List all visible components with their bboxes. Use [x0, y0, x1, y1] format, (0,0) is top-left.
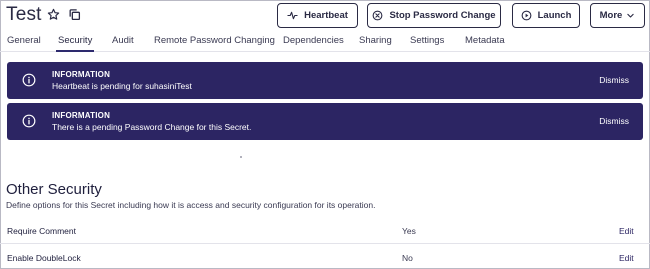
section-title: Other Security [6, 181, 102, 198]
stop-password-change-label: Stop Password Change [389, 10, 496, 21]
dismiss-button[interactable]: Dismiss [599, 75, 629, 85]
star-icon[interactable] [47, 8, 60, 21]
heartbeat-button[interactable]: Heartbeat [277, 3, 358, 28]
heartbeat-button-label: Heartbeat [304, 10, 348, 21]
information-banner: INFORMATION There is a pending Password … [7, 103, 643, 140]
tab-settings[interactable]: Settings [410, 35, 444, 46]
banner-title: INFORMATION [52, 70, 111, 79]
tab-dependencies[interactable]: Dependencies [283, 35, 344, 46]
page-title: Test [6, 4, 42, 25]
play-circle-icon [521, 10, 532, 21]
tab-sharing[interactable]: Sharing [359, 35, 392, 46]
section-description: Define options for this Secret including… [6, 200, 376, 210]
settings-row-enable-doublelock: Enable DoubleLock No Edit [0, 249, 650, 269]
tab-metadata[interactable]: Metadata [465, 35, 505, 46]
tab-remote-password-changing[interactable]: Remote Password Changing [154, 35, 275, 46]
setting-label: Require Comment [7, 226, 76, 236]
info-icon [22, 73, 36, 87]
launch-button[interactable]: Launch [512, 3, 580, 28]
launch-button-label: Launch [537, 10, 572, 21]
information-banner: INFORMATION Heartbeat is pending for suh… [7, 62, 643, 99]
tab-audit[interactable]: Audit [112, 35, 134, 46]
stop-password-change-button[interactable]: Stop Password Change [367, 3, 501, 28]
info-icon [22, 114, 36, 128]
cancel-circle-icon [373, 10, 383, 21]
tab-bar: General Security Audit Remote Password C… [0, 34, 650, 52]
pulse-icon [287, 11, 298, 20]
more-button-label: More [599, 10, 623, 21]
dismiss-button[interactable]: Dismiss [599, 116, 629, 126]
settings-row-require-comment: Require Comment Yes Edit [0, 222, 650, 244]
setting-value: Yes [402, 226, 416, 236]
active-tab-indicator [56, 50, 94, 52]
tab-security[interactable]: Security [58, 35, 92, 46]
more-button[interactable]: More [590, 3, 645, 28]
banner-title: INFORMATION [52, 111, 111, 120]
divider-dot [240, 156, 242, 158]
banner-message: Heartbeat is pending for suhasiniTest [52, 81, 192, 91]
setting-value: No [402, 253, 413, 263]
tab-general[interactable]: General [7, 35, 41, 46]
setting-label: Enable DoubleLock [7, 253, 81, 263]
edit-link[interactable]: Edit [619, 226, 634, 236]
copy-icon[interactable] [68, 8, 81, 21]
edit-link[interactable]: Edit [619, 253, 634, 263]
chevron-down-icon [627, 13, 635, 18]
banner-message: There is a pending Password Change for t… [52, 122, 252, 132]
